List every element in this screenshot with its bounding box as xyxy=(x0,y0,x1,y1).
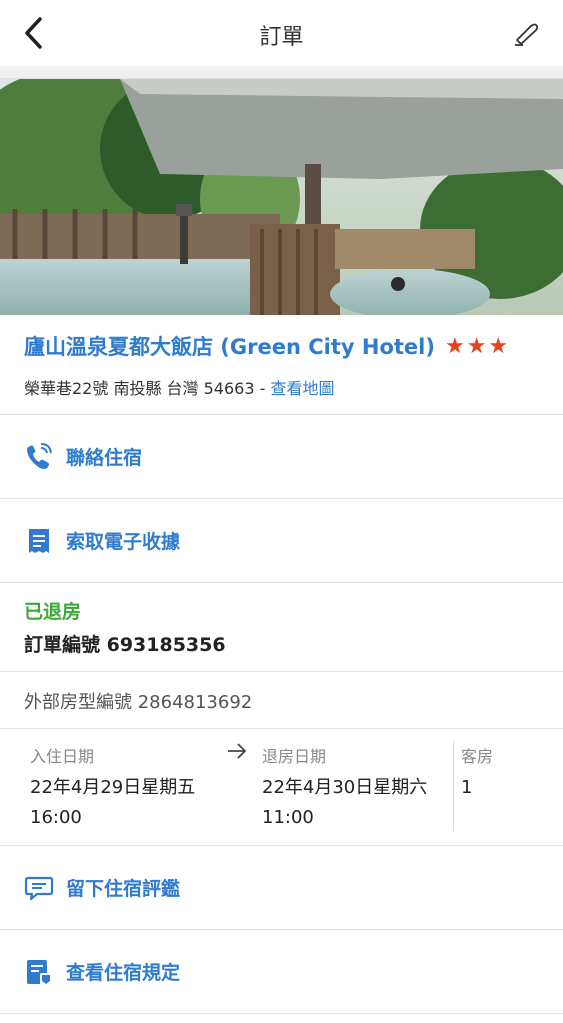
checkout-time: 11:00 xyxy=(262,807,314,828)
hotel-photo xyxy=(0,79,563,315)
stay-dates: 入住日期 22年4月29日星期五 16:00 退房日期 22年4月30日星期六 … xyxy=(0,729,563,846)
checkout-label: 退房日期 xyxy=(262,747,327,766)
rooms-column: 客房 1 xyxy=(461,743,493,803)
rooms-value: 1 xyxy=(461,777,473,798)
checkout-value: 22年4月30日星期六 11:00 xyxy=(262,773,427,833)
address-text: 榮華巷22號 南投縣 台灣 54663 - xyxy=(24,379,271,398)
top-bar: 訂單 xyxy=(0,0,563,66)
star-rating: ★★★ xyxy=(444,333,511,359)
external-room-id: 外部房型編號 2864813692 xyxy=(0,672,563,729)
hotel-name[interactable]: 廬山溫泉夏都大飯店 (Green City Hotel) xyxy=(24,331,435,361)
chat-bubble-icon xyxy=(24,876,54,900)
order-number: 訂單編號 693185356 xyxy=(24,634,226,656)
receipt-icon xyxy=(29,528,49,553)
status-badge: 已退房 xyxy=(24,601,82,623)
receipt-label: 索取電子收據 xyxy=(66,531,181,553)
hotel-name-row: 廬山溫泉夏都大飯店 (Green City Hotel) ★★★ xyxy=(24,331,539,361)
contact-property-row[interactable]: 聯絡住宿 xyxy=(0,415,563,499)
hotel-info: 廬山溫泉夏都大飯店 (Green City Hotel) ★★★ 榮華巷22號 … xyxy=(0,315,563,415)
contact-property-label: 聯絡住宿 xyxy=(66,447,143,469)
edit-pen-icon[interactable] xyxy=(511,18,541,48)
view-map-link[interactable]: 查看地圖 xyxy=(270,379,334,398)
column-divider xyxy=(453,741,454,831)
receipt-row[interactable]: 索取電子收據 xyxy=(0,499,563,583)
page-title: 訂單 xyxy=(259,25,304,50)
review-label: 留下住宿評鑑 xyxy=(66,878,181,900)
checkin-time: 16:00 xyxy=(30,807,82,828)
checkout-date: 22年4月30日星期六 xyxy=(262,777,428,798)
phone-icon xyxy=(27,442,52,469)
rooms-label: 客房 xyxy=(461,747,494,766)
checkin-label: 入住日期 xyxy=(30,747,95,766)
checkin-column: 入住日期 22年4月29日星期五 16:00 xyxy=(30,743,195,833)
checkin-date: 22年4月29日星期五 xyxy=(30,777,196,798)
policy-document-icon xyxy=(27,959,52,985)
policy-row[interactable]: 查看住宿規定 xyxy=(0,930,563,1014)
review-row[interactable]: 留下住宿評鑑 xyxy=(0,846,563,930)
hotel-address: 榮華巷22號 南投縣 台灣 54663 - 查看地圖 xyxy=(24,375,539,399)
booking-status: 已退房 訂單編號 693185356 xyxy=(0,583,563,672)
checkout-column: 退房日期 22年4月30日星期六 11:00 xyxy=(262,743,427,833)
policy-label: 查看住宿規定 xyxy=(66,962,181,984)
arrow-right-icon xyxy=(228,743,247,759)
header-divider xyxy=(0,66,563,79)
checkin-value: 22年4月29日星期五 16:00 xyxy=(30,773,195,833)
